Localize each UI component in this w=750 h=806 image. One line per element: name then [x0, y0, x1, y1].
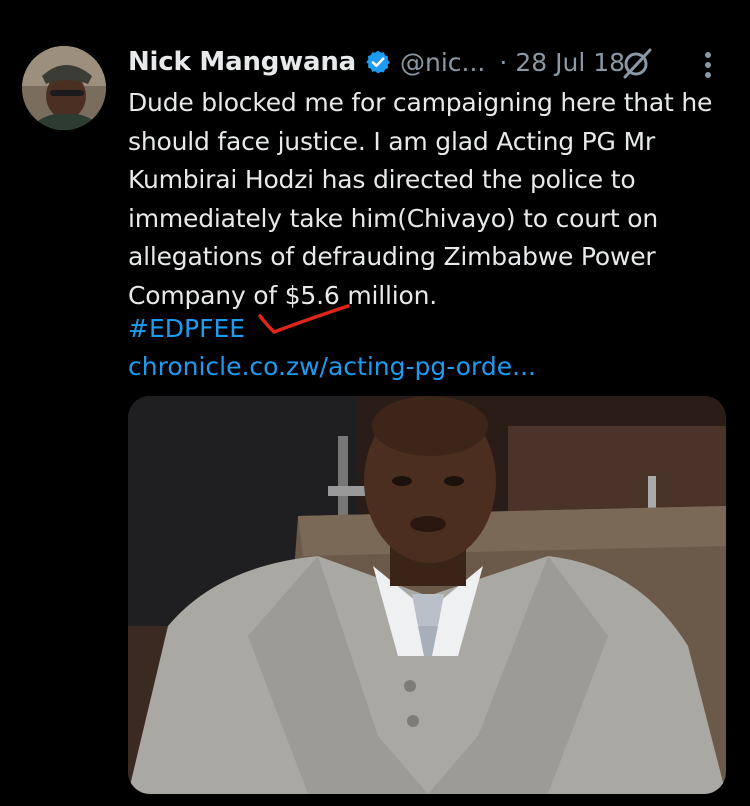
- tweet-text: Dude blocked me for campaigning here tha…: [128, 88, 713, 310]
- article-link[interactable]: chronicle.co.zw/acting-pg-orde...: [128, 348, 536, 386]
- grok-icon[interactable]: [620, 46, 654, 80]
- tweet-header: Nick Mangwana @nic... · 28 Jul 18: [128, 42, 750, 82]
- red-checkmark-annotation: [258, 304, 350, 335]
- author-name[interactable]: Nick Mangwana: [128, 47, 356, 77]
- hashtag-link[interactable]: #EDPFEE: [128, 310, 245, 348]
- verified-badge-icon: [365, 49, 391, 75]
- photo-man-in-suit: [128, 396, 726, 794]
- avatar-image: [22, 46, 106, 130]
- tweet-date[interactable]: 28 Jul 18: [515, 48, 625, 77]
- author-handle[interactable]: @nic...: [400, 48, 485, 77]
- separator-dot: ·: [499, 47, 508, 77]
- author-avatar[interactable]: [22, 46, 106, 130]
- tweet-media-image[interactable]: [128, 396, 726, 794]
- more-vertical-icon[interactable]: [694, 48, 722, 82]
